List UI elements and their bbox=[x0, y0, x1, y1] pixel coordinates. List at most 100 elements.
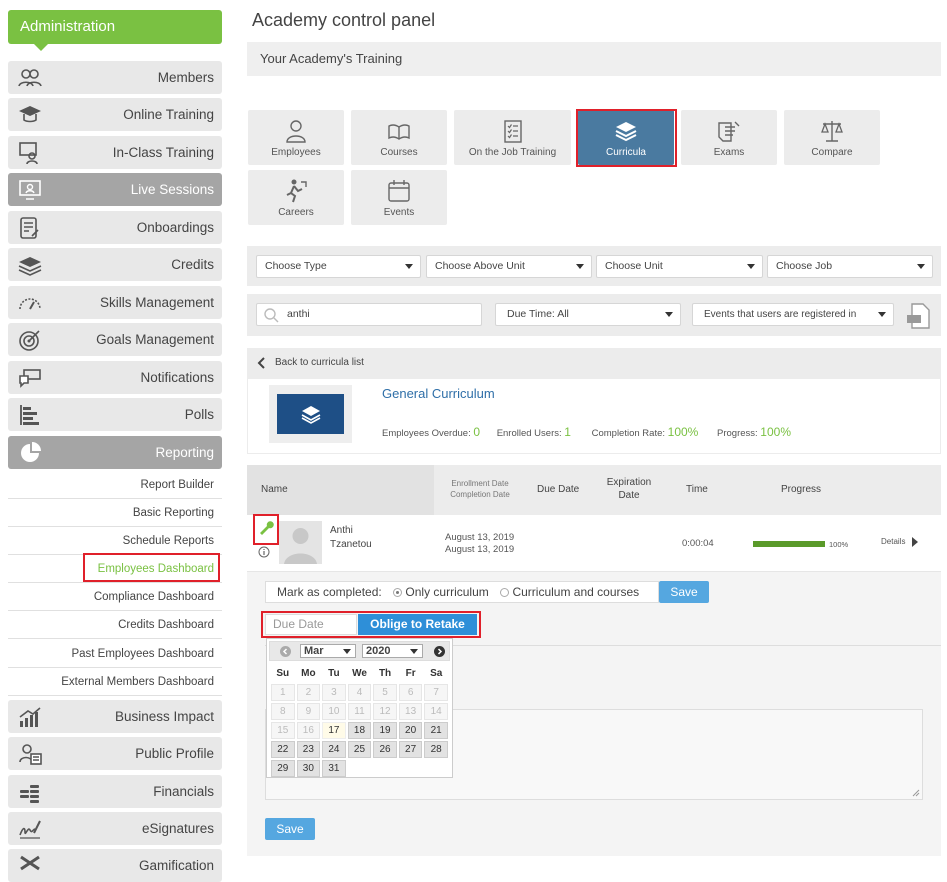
calendar-day[interactable]: 23 bbox=[296, 741, 321, 758]
user-name[interactable]: Anthi Tzanetou bbox=[330, 524, 372, 552]
select-value: Events that users are registered in bbox=[704, 309, 857, 320]
sidebar-item-reporting[interactable]: Reporting bbox=[8, 436, 222, 469]
search-input[interactable]: anthi bbox=[256, 303, 482, 326]
submenu-credits-dashboard[interactable]: Credits Dashboard bbox=[8, 611, 222, 639]
sidebar-item-label: Onboardings bbox=[136, 220, 214, 235]
info-icon[interactable] bbox=[258, 546, 270, 558]
calendar-day[interactable]: 20 bbox=[398, 722, 423, 739]
sidebar-item-members[interactable]: Members bbox=[8, 61, 222, 94]
prev-month-icon[interactable] bbox=[280, 646, 291, 657]
progress-fill bbox=[753, 541, 825, 547]
sidebar-item-polls[interactable]: Polls bbox=[8, 398, 222, 431]
calendar-day: 15 bbox=[271, 722, 295, 739]
sidebar-item-gamification[interactable]: Gamification bbox=[8, 849, 222, 882]
row-dates: August 13, 2019 August 13, 2019 bbox=[445, 532, 514, 556]
calendar-day[interactable]: 27 bbox=[398, 741, 423, 758]
calendar-day[interactable]: 24 bbox=[322, 741, 346, 758]
sidebar-item-label: Financials bbox=[153, 784, 214, 799]
calendar-day[interactable]: 18 bbox=[347, 722, 372, 739]
year-select[interactable]: 2020 bbox=[362, 644, 423, 658]
empty-cell bbox=[348, 760, 372, 777]
filter-above-unit-select[interactable]: Choose Above Unit bbox=[426, 255, 592, 278]
calendar-day[interactable]: 21 bbox=[424, 722, 448, 739]
calendar-day[interactable]: 26 bbox=[373, 741, 397, 758]
weekday-label: Fr bbox=[405, 668, 416, 679]
empty-cell bbox=[373, 760, 397, 777]
filter-type-select[interactable]: Choose Type bbox=[256, 255, 421, 278]
export-icon[interactable] bbox=[906, 303, 932, 329]
submenu-past-employees-dashboard[interactable]: Past Employees Dashboard bbox=[8, 640, 222, 668]
submenu-compliance-dashboard[interactable]: Compliance Dashboard bbox=[8, 583, 222, 611]
sidebar-item-label: Live Sessions bbox=[130, 182, 214, 197]
col-time[interactable]: Time bbox=[686, 484, 708, 495]
tile-exams[interactable]: Exams bbox=[681, 110, 777, 165]
submenu-external-members-dashboard[interactable]: External Members Dashboard bbox=[8, 668, 222, 696]
sidebar-item-financials[interactable]: Financials bbox=[8, 775, 222, 808]
sidebar-item-onboardings[interactable]: Onboardings bbox=[8, 211, 222, 244]
sidebar-item-live-sessions[interactable]: Live Sessions bbox=[8, 173, 222, 206]
submenu-schedule-reports[interactable]: Schedule Reports bbox=[8, 527, 222, 555]
filter-job-select[interactable]: Choose Job bbox=[767, 255, 933, 278]
career-runner-icon bbox=[284, 179, 308, 203]
tile-on-the-job-training[interactable]: On the Job Training bbox=[454, 110, 571, 165]
events-filter-select[interactable]: Events that users are registered in bbox=[692, 303, 894, 326]
calendar-day[interactable]: 30 bbox=[296, 760, 321, 777]
sidebar-item-online-training[interactable]: Online Training bbox=[8, 98, 222, 131]
save-bottom-button[interactable]: Save bbox=[265, 818, 315, 840]
sidebar-item-in-class-training[interactable]: In-Class Training bbox=[8, 136, 222, 169]
sidebar-item-goals-management[interactable]: Goals Management bbox=[8, 323, 222, 356]
save-button[interactable]: Save bbox=[659, 581, 709, 603]
month-select[interactable]: Mar bbox=[300, 644, 356, 658]
calendar-day[interactable]: 31 bbox=[322, 760, 346, 777]
filter-unit-select[interactable]: Choose Unit bbox=[596, 255, 763, 278]
weekday-label: Mo bbox=[301, 668, 316, 679]
sidebar-item-business-impact[interactable]: Business Impact bbox=[8, 700, 222, 733]
tile-compare[interactable]: Compare bbox=[784, 110, 880, 165]
sidebar-item-label: Gamification bbox=[138, 858, 214, 873]
submenu-report-builder[interactable]: Report Builder bbox=[8, 471, 222, 499]
bar-chart-icon bbox=[18, 403, 42, 427]
tile-careers[interactable]: Careers bbox=[248, 170, 344, 225]
col-progress[interactable]: Progress bbox=[781, 484, 821, 495]
tile-employees[interactable]: Employees bbox=[248, 110, 344, 165]
radio-curriculum-and-courses[interactable] bbox=[500, 588, 510, 597]
next-month-icon[interactable] bbox=[434, 646, 445, 657]
col-enroll[interactable]: Enrollment Date Completion Date bbox=[440, 479, 520, 499]
due-time-select[interactable]: Due Time: All bbox=[495, 303, 681, 326]
select-value: Due Time: All bbox=[507, 308, 569, 320]
progress-percent: 100% bbox=[829, 540, 849, 549]
sidebar-item-esignatures[interactable]: eSignatures bbox=[8, 812, 222, 845]
col-expiration[interactable]: Expiration Date bbox=[598, 477, 660, 501]
calendar-day[interactable]: 29 bbox=[271, 760, 295, 777]
tile-courses[interactable]: Courses bbox=[351, 110, 447, 165]
dropdown-arrow-icon bbox=[747, 264, 755, 269]
section-header: Your Academy's Training bbox=[247, 42, 941, 76]
calendar-day[interactable]: 28 bbox=[424, 741, 448, 758]
col-enroll-line1: Enrollment Date bbox=[451, 479, 509, 488]
calendar-day: 6 bbox=[398, 684, 423, 701]
tile-label: Courses bbox=[380, 147, 418, 158]
calendar-day[interactable]: 22 bbox=[271, 741, 295, 758]
sidebar-item-public-profile[interactable]: Public Profile bbox=[8, 737, 222, 770]
col-name[interactable]: Name bbox=[261, 484, 288, 495]
sidebar-item-credits[interactable]: Credits bbox=[8, 248, 222, 281]
details-link[interactable]: Details bbox=[881, 537, 919, 547]
back-link[interactable]: Back to curricula list bbox=[247, 348, 941, 378]
radio-only-curriculum[interactable] bbox=[393, 588, 403, 597]
sidebar-item-skills-management[interactable]: Skills Management bbox=[8, 286, 222, 319]
profile-card-icon bbox=[18, 742, 42, 766]
year-value: 2020 bbox=[366, 645, 391, 657]
curriculum-title[interactable]: General Curriculum bbox=[382, 386, 495, 401]
sidebar-header[interactable]: Administration bbox=[8, 10, 222, 51]
coins-icon bbox=[18, 780, 42, 804]
col-due[interactable]: Due Date bbox=[537, 484, 579, 495]
last-name: Tzanetou bbox=[330, 539, 372, 550]
calendar-day[interactable]: 25 bbox=[347, 741, 372, 758]
sidebar-item-notifications[interactable]: Notifications bbox=[8, 361, 222, 394]
tile-events[interactable]: Events bbox=[351, 170, 447, 225]
calendar-day: 4 bbox=[347, 684, 372, 701]
submenu-basic-reporting[interactable]: Basic Reporting bbox=[8, 499, 222, 527]
calendar-day[interactable]: 17 bbox=[322, 722, 346, 739]
sidebar-item-label: Public Profile bbox=[135, 746, 214, 761]
calendar-day[interactable]: 19 bbox=[373, 722, 397, 739]
